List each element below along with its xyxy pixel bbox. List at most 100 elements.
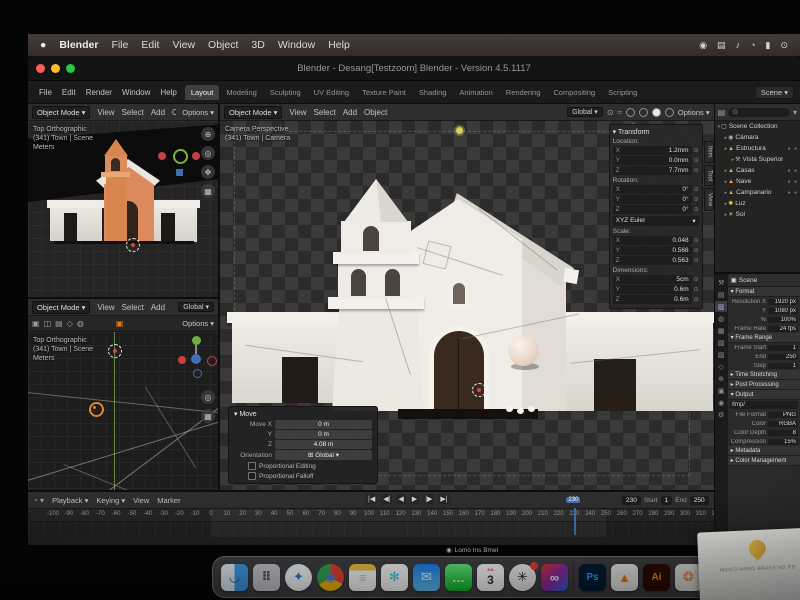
menubar-item-help[interactable]: Help — [328, 39, 350, 51]
property-value-field[interactable]: 1920 px — [768, 299, 798, 305]
outliner-row-vista-superior[interactable]: ▸⚒Vista Superior — [715, 154, 800, 165]
properties-tab-2[interactable]: ▥ — [715, 301, 727, 312]
outliner-row-casas[interactable]: ▸▲Casas● ● — [715, 165, 800, 176]
checkbox[interactable] — [248, 462, 256, 470]
visibility-toggles[interactable]: ● ● — [788, 146, 798, 152]
timeline-menu-keying[interactable]: Keying ▾ — [96, 496, 125, 505]
lock-icon[interactable]: ⊙ — [694, 257, 699, 264]
panel-header-post-processing[interactable]: ▸ Post Processing — [728, 380, 800, 390]
playback-button[interactable]: ▶ — [410, 494, 419, 504]
transform-orientation[interactable]: Global ▾ — [567, 107, 603, 117]
properties-tab-11[interactable]: ⚙ — [715, 409, 727, 420]
disclosure-arrow[interactable]: ▾ — [718, 124, 721, 130]
viewport-menu-view[interactable]: View — [97, 303, 114, 312]
dock-mail[interactable]: ✉ — [413, 564, 440, 591]
light-object[interactable] — [89, 402, 104, 417]
dock-finder[interactable]: ◡ — [221, 564, 248, 591]
topbar-menu-help[interactable]: Help — [155, 86, 181, 99]
property-value-field[interactable]: 8 — [768, 430, 798, 436]
workspace-tab-sculpting[interactable]: Sculpting — [264, 85, 307, 100]
outliner-row-nave[interactable]: ▸▲Nave● ● — [715, 176, 800, 187]
dock-creative-cloud[interactable]: ∞ — [541, 564, 568, 591]
playback-button[interactable]: ◀| — [381, 494, 392, 504]
panel-header-color-management[interactable]: ▸ Color Management — [728, 456, 800, 466]
panel-header-format[interactable]: ▾ Format — [728, 287, 800, 297]
orientation-dropdown[interactable]: ⊞ Global ▾ — [275, 450, 372, 460]
scene-selector[interactable]: Scene ▾ — [755, 86, 794, 99]
zoom-icon[interactable]: ◎ — [201, 390, 215, 404]
shading-wireframe-icon[interactable] — [626, 108, 635, 117]
lock-icon[interactable]: ⊙ — [694, 247, 699, 254]
lock-icon[interactable]: ⊙ — [694, 147, 699, 154]
workspace-tab-modeling[interactable]: Modeling — [220, 85, 262, 100]
disclosure-arrow[interactable]: ▸ — [725, 146, 728, 152]
property-value-field[interactable]: 15% — [768, 439, 798, 445]
zoom-icon[interactable]: ◎ — [201, 146, 215, 160]
frame-end-field[interactable]: 250 — [690, 496, 709, 505]
disclosure-arrow[interactable]: ▸ — [725, 212, 728, 218]
npanel-field-x[interactable]: X5cm — [613, 275, 692, 284]
dock-chatgpt[interactable]: ✳ — [509, 564, 536, 591]
playback-button[interactable]: |◀ — [366, 494, 377, 504]
workspace-tab-shading[interactable]: Shading — [413, 85, 453, 100]
viewport-menu-add[interactable]: Add — [151, 303, 165, 312]
shading-rendered-icon[interactable] — [665, 108, 674, 117]
viewport-top-ortho[interactable]: Object Mode ▾ViewSelectAddObject Global … — [28, 299, 218, 490]
viewport-menu-object[interactable]: Object — [364, 108, 387, 117]
editor-type-icon[interactable]: ▣ — [32, 319, 40, 328]
menubar-item-3d[interactable]: 3D — [251, 39, 264, 51]
panel-header-frame-range[interactable]: ▾ Frame Range — [728, 333, 800, 343]
lock-icon[interactable]: ⊙ — [694, 157, 699, 164]
gizmo-x-handle[interactable] — [158, 152, 166, 160]
properties-tab-4[interactable]: ▦ — [715, 325, 727, 336]
properties-tab-10[interactable]: ◉ — [715, 397, 727, 408]
move-checkbox-row[interactable]: Proportional Editing — [248, 462, 372, 470]
viewport-front-ortho[interactable]: Object Mode ▾ViewSelectAddObject Options… — [28, 104, 218, 299]
dock-slack[interactable]: ✻ — [381, 564, 408, 591]
close-window-button[interactable] — [36, 64, 45, 73]
menubar-item-object[interactable]: Object — [208, 39, 238, 51]
timeline-editor[interactable]: ◔ ▾ Playback ▾Keying ▾ViewMarker |◀◀|◀▶|… — [28, 490, 714, 535]
dock-illustrator[interactable]: Ai — [643, 564, 670, 591]
shading-material-icon[interactable] — [652, 108, 661, 117]
axis-x[interactable] — [178, 356, 186, 364]
workspace-tab-uv-editing[interactable]: UV Editing — [308, 85, 355, 100]
disclosure-arrow[interactable]: ▸ — [725, 179, 728, 185]
filter-icon[interactable]: ▾ — [793, 108, 797, 117]
minimize-window-button[interactable] — [51, 64, 60, 73]
viewport-menu-add[interactable]: Add — [151, 108, 165, 117]
properties-tab-1[interactable]: ▤ — [715, 289, 727, 300]
viewport-menu-view[interactable]: View — [289, 108, 306, 117]
pan-icon[interactable]: ✥ — [201, 165, 215, 179]
transform-orientation[interactable]: Global ▾ — [178, 302, 214, 312]
npanel-field-y[interactable]: Y0.0mm — [613, 156, 692, 165]
timeline-channels[interactable] — [28, 522, 714, 537]
property-value-field[interactable]: 250 — [768, 354, 798, 360]
lock-icon[interactable]: ⊙ — [694, 196, 699, 203]
snap-icon[interactable]: ⊙ — [607, 108, 614, 117]
tool-icon-2[interactable]: ▤ — [55, 319, 63, 328]
dock-vlc[interactable]: ▲ — [611, 564, 638, 591]
mode-selector[interactable]: Object Mode ▾ — [224, 106, 282, 119]
dock-safari[interactable]: ✦ — [285, 564, 312, 591]
gizmo-z-handle[interactable] — [176, 169, 183, 176]
camera-view-icon[interactable]: ▦ — [201, 184, 215, 198]
lock-icon[interactable]: ⊙ — [694, 286, 699, 293]
npanel-field-y[interactable]: Y0.6m — [613, 285, 692, 294]
disclosure-arrow[interactable]: ▸ — [725, 168, 728, 174]
rotation-mode-dropdown[interactable]: XYZ Euler▾ — [613, 216, 699, 226]
axis-z[interactable] — [191, 354, 201, 364]
menubar-item-file[interactable]: File — [111, 39, 128, 51]
timeline-menu-view[interactable]: View — [133, 496, 149, 505]
move-axis-field[interactable]: 0 m — [275, 420, 372, 429]
workspace-tab-layout[interactable]: Layout — [185, 85, 220, 100]
move-axis-field[interactable]: 0 m — [275, 430, 372, 439]
playback-button[interactable]: ▶| — [438, 494, 449, 504]
dock-chrome[interactable]: ◉ — [317, 564, 344, 591]
dock-launchpad[interactable]: ⠿ — [253, 564, 280, 591]
playback-button[interactable]: ◀ — [396, 494, 405, 504]
zoom-window-button[interactable] — [66, 64, 75, 73]
property-value-field[interactable]: 1080 px — [768, 308, 798, 314]
npanel-field-y[interactable]: Y0.568 — [613, 246, 692, 255]
menubar-status-icon[interactable]: ▮ — [766, 40, 771, 51]
